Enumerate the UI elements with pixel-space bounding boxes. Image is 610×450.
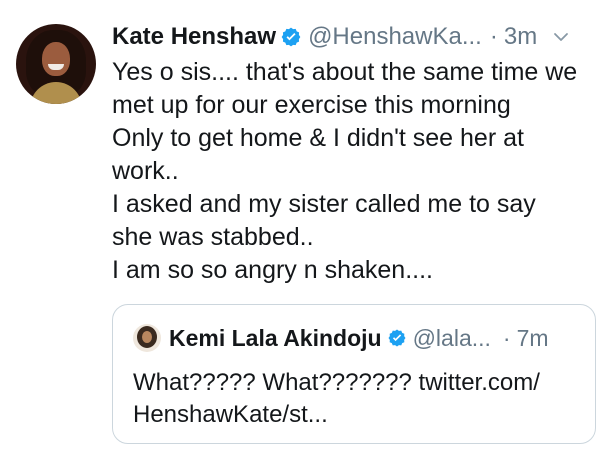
- quoted-tweet-card[interactable]: Kemi Lala Akindoju @lala... · 7m What???…: [112, 304, 596, 444]
- quoted-tweet-line[interactable]: HenshawKate/st...: [133, 399, 581, 431]
- tweet-line: met up for our exercise this morning: [112, 91, 511, 119]
- quoted-author-handle[interactable]: @lala...: [413, 325, 491, 352]
- tweet-header: Kate Henshaw @HenshawKa... · 3m: [112, 20, 598, 54]
- verified-badge-icon: [388, 329, 406, 347]
- tweet-line: she was stabbed..: [112, 223, 314, 251]
- tweet-line: work..: [112, 157, 179, 185]
- tweet-card[interactable]: Kate Henshaw @HenshawKa... · 3m Yes o si…: [0, 0, 610, 450]
- verified-badge-icon: [281, 27, 301, 47]
- tweet-body: Yes o sis.... that's about the same time…: [112, 56, 602, 287]
- avatar-face-shape: [42, 42, 70, 76]
- tweet-line: Only to get home & I didn't see her at: [112, 124, 524, 152]
- header-separator: ·: [489, 23, 498, 50]
- author-avatar[interactable]: [16, 24, 96, 104]
- author-name[interactable]: Kate Henshaw: [112, 23, 276, 51]
- quoted-tweet-header: Kemi Lala Akindoju @lala... · 7m: [133, 323, 579, 353]
- tweet-timestamp[interactable]: 3m: [504, 23, 537, 51]
- author-handle[interactable]: @HenshawKa...: [308, 23, 482, 51]
- tweet-line: Yes o sis.... that's about the same time…: [112, 58, 578, 86]
- quoted-author-name[interactable]: Kemi Lala Akindoju: [169, 325, 382, 352]
- tweet-line: I asked and my sister called me to say: [112, 190, 536, 218]
- chevron-down-icon[interactable]: [553, 29, 569, 45]
- quoted-author-avatar[interactable]: [133, 324, 161, 352]
- quoted-tweet-line: What????? What??????? twitter.com/: [133, 369, 540, 396]
- quoted-tweet-body: What????? What??????? twitter.com/ Hensh…: [133, 367, 581, 431]
- quoted-header-separator: ·: [502, 324, 511, 351]
- quoted-avatar-face-shape: [142, 331, 152, 343]
- tweet-line: I am so so angry n shaken....: [112, 256, 433, 284]
- quoted-tweet-timestamp[interactable]: 7m: [517, 325, 549, 352]
